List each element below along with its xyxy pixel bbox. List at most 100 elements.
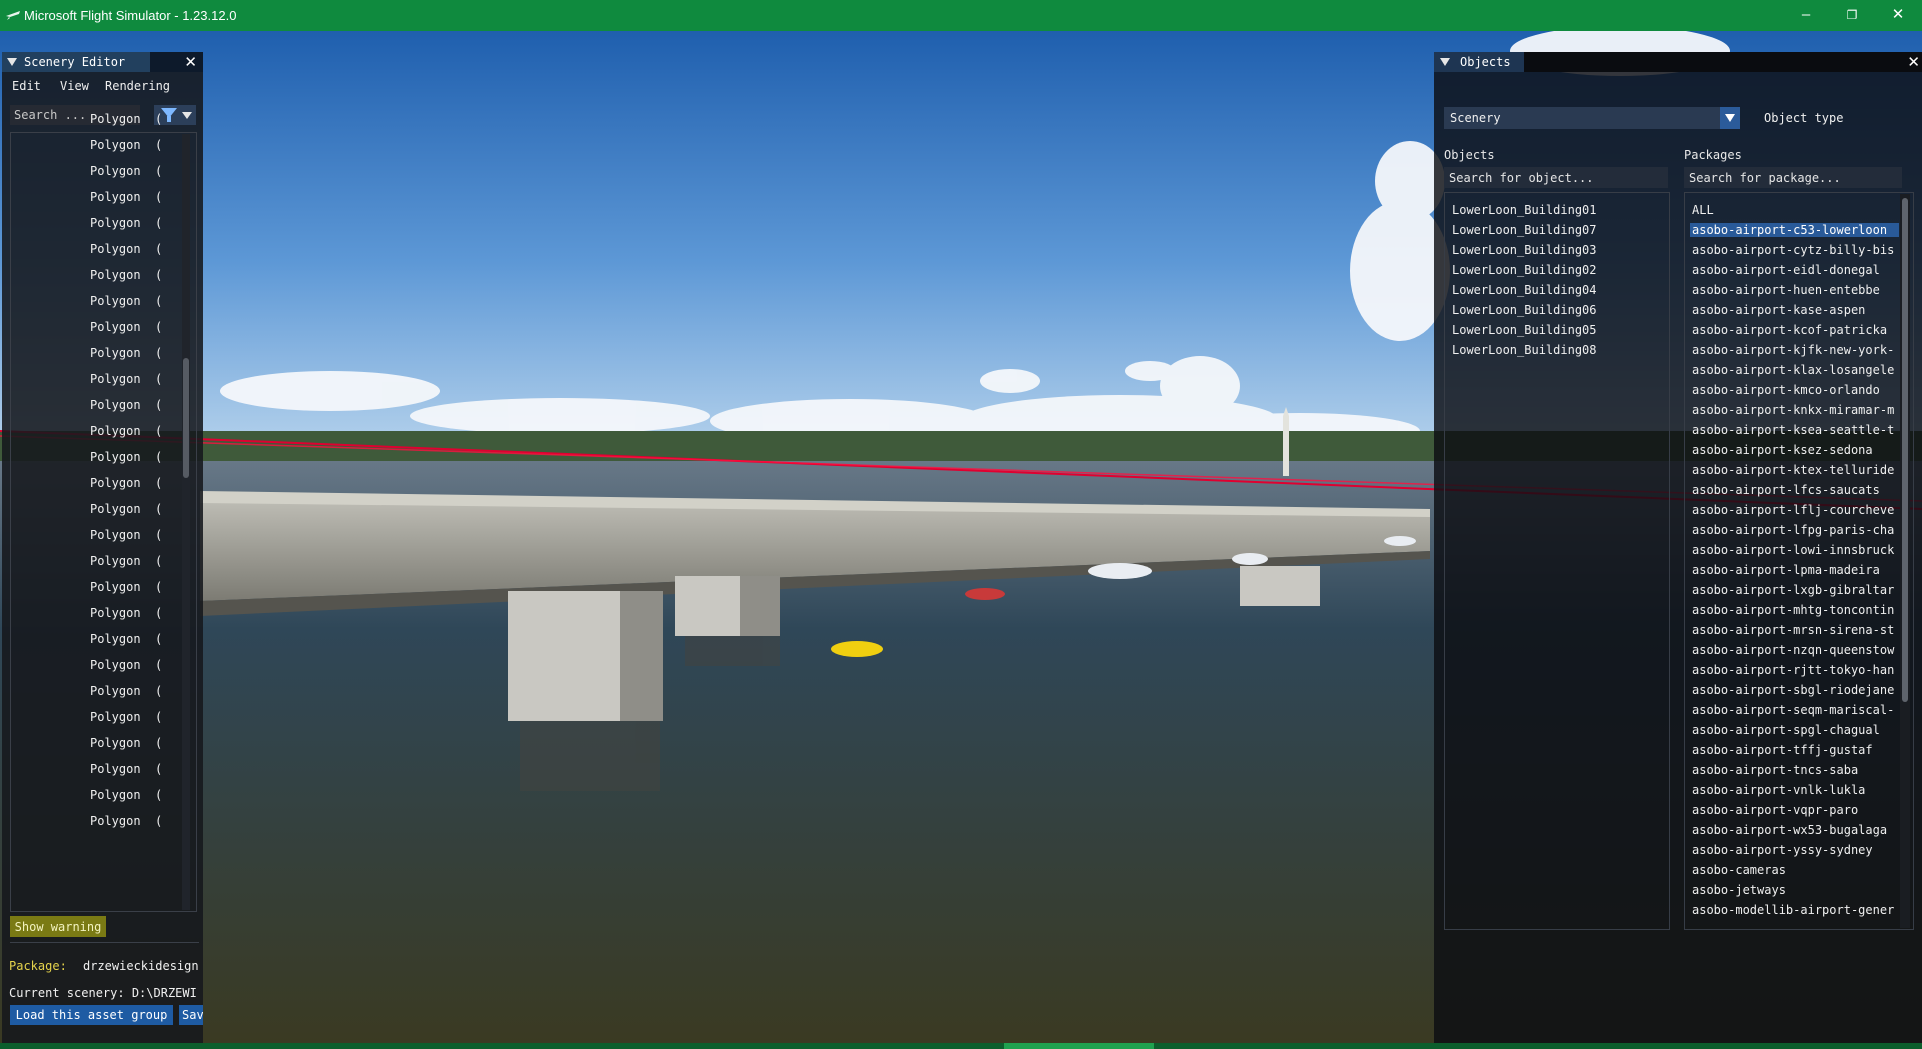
object-list-item[interactable]: LowerLoon_Building01 bbox=[1452, 203, 1597, 217]
package-list-item[interactable]: asobo-airport-cytz-billy-bis bbox=[1692, 243, 1897, 257]
package-list-item[interactable]: asobo-airport-eidl-donegal bbox=[1692, 263, 1897, 277]
scenery-list-item[interactable]: Polygon ( bbox=[90, 658, 162, 676]
package-list-item[interactable]: asobo-airport-kmco-orlando bbox=[1692, 383, 1897, 397]
scenery-list-item[interactable]: Polygon ( bbox=[90, 580, 162, 598]
package-list-item[interactable]: asobo-airport-lfcs-saucats bbox=[1692, 483, 1897, 497]
package-list-item[interactable]: asobo-airport-kcof-patricka bbox=[1692, 323, 1897, 337]
menu-edit[interactable]: Edit bbox=[12, 79, 41, 93]
scenery-list-item[interactable]: Polygon ( bbox=[90, 346, 162, 364]
package-list-item[interactable]: asobo-airport-wx53-bugalaga bbox=[1692, 823, 1897, 837]
chevron-down-icon[interactable] bbox=[1720, 107, 1740, 129]
object-search-input[interactable] bbox=[1444, 167, 1668, 188]
package-list-item[interactable]: asobo-jetways bbox=[1692, 883, 1897, 897]
scrollbar-track[interactable] bbox=[182, 134, 190, 910]
object-list-item[interactable]: LowerLoon_Building05 bbox=[1452, 323, 1597, 337]
restore-button[interactable]: ❐ bbox=[1830, 2, 1874, 28]
package-all-item[interactable]: ALL bbox=[1692, 203, 1897, 217]
scenery-list-item[interactable]: Polygon ( bbox=[90, 632, 162, 650]
scenery-list-item[interactable]: Polygon ( bbox=[90, 164, 162, 182]
scenery-list-item[interactable]: Polygon ( bbox=[90, 320, 162, 338]
minimize-button[interactable]: – bbox=[1784, 2, 1828, 28]
object-list-item[interactable]: LowerLoon_Building06 bbox=[1452, 303, 1597, 317]
object-list-item[interactable]: LowerLoon_Building03 bbox=[1452, 243, 1597, 257]
package-list-item[interactable]: asobo-airport-sbgl-riodejane bbox=[1692, 683, 1897, 697]
close-icon[interactable]: ✕ bbox=[184, 53, 197, 71]
menu-view[interactable]: View bbox=[60, 79, 89, 93]
packages-scrollbar[interactable] bbox=[1900, 194, 1910, 928]
triangle-down-icon[interactable] bbox=[1440, 58, 1450, 66]
scenery-editor-tab[interactable]: Scenery Editor bbox=[2, 52, 150, 72]
package-list-item[interactable]: asobo-airport-nzqn-queenstow bbox=[1692, 643, 1897, 657]
scenery-list-item[interactable]: Polygon ( bbox=[90, 294, 162, 312]
package-list-item[interactable]: asobo-airport-kjfk-new-york- bbox=[1692, 343, 1897, 357]
scenery-list-item[interactable]: Polygon ( bbox=[90, 138, 162, 156]
close-icon[interactable]: ✕ bbox=[1907, 53, 1920, 71]
scenery-list-item[interactable]: Polygon ( bbox=[90, 450, 162, 468]
scrollbar-thumb[interactable] bbox=[183, 358, 189, 478]
scenery-list-item[interactable]: Polygon ( bbox=[90, 788, 162, 806]
object-list-item[interactable]: LowerLoon_Building07 bbox=[1452, 223, 1597, 237]
package-list-item[interactable]: asobo-airport-klax-losangele bbox=[1692, 363, 1897, 377]
package-list-item[interactable]: asobo-modellib-airport-gener bbox=[1692, 903, 1897, 917]
package-list-item[interactable]: asobo-airport-knkx-miramar-m bbox=[1692, 403, 1897, 417]
package-list-item[interactable]: asobo-airport-c53-lowerloon bbox=[1690, 223, 1899, 237]
package-list-item[interactable]: asobo-airport-mhtg-toncontin bbox=[1692, 603, 1897, 617]
package-list-item[interactable]: asobo-airport-lfpg-paris-cha bbox=[1692, 523, 1897, 537]
scenery-list-item[interactable]: Polygon ( bbox=[90, 684, 162, 702]
current-scenery-path: Current scenery: D:\DRZEWI bbox=[9, 986, 197, 1000]
object-type-dropdown[interactable]: Scenery bbox=[1444, 107, 1740, 129]
package-list-item[interactable]: asobo-airport-huen-entebbe bbox=[1692, 283, 1897, 297]
scenery-list-item[interactable]: Polygon ( bbox=[90, 554, 162, 572]
package-list-item[interactable]: asobo-airport-lflj-courcheve bbox=[1692, 503, 1897, 517]
package-list-item[interactable]: asobo-airport-vqpr-paro bbox=[1692, 803, 1897, 817]
package-list-item[interactable]: asobo-airport-ktex-telluride bbox=[1692, 463, 1897, 477]
package-list-item[interactable]: asobo-airport-ksea-seattle-t bbox=[1692, 423, 1897, 437]
objects-tab[interactable]: Objects bbox=[1434, 52, 1524, 72]
package-list-item[interactable]: asobo-airport-vnlk-lukla bbox=[1692, 783, 1897, 797]
scenery-list-item[interactable]: Polygon ( bbox=[90, 710, 162, 728]
package-list-item[interactable]: asobo-airport-seqm-mariscal- bbox=[1692, 703, 1897, 717]
close-window-button[interactable]: ✕ bbox=[1876, 2, 1920, 28]
package-list-item[interactable]: asobo-airport-lpma-madeira bbox=[1692, 563, 1897, 577]
package-list-item[interactable]: asobo-airport-tffj-gustaf bbox=[1692, 743, 1897, 757]
menu-rendering[interactable]: Rendering bbox=[105, 79, 170, 93]
scenery-list-item[interactable]: Polygon ( bbox=[90, 112, 162, 130]
scenery-list-item[interactable]: Polygon ( bbox=[90, 814, 162, 832]
scenery-list-item[interactable]: Polygon ( bbox=[90, 736, 162, 754]
package-list-item[interactable]: asobo-airport-yssy-sydney bbox=[1692, 843, 1897, 857]
show-warning-button[interactable]: Show warning bbox=[10, 916, 106, 937]
taskbar-edge bbox=[0, 1043, 1922, 1049]
window-title: Microsoft Flight Simulator - 1.23.12.0 bbox=[24, 8, 237, 23]
package-list-item[interactable]: asobo-airport-rjtt-tokyo-han bbox=[1692, 663, 1897, 677]
scenery-list-item[interactable]: Polygon ( bbox=[90, 242, 162, 260]
package-list-item[interactable]: asobo-cameras bbox=[1692, 863, 1897, 877]
triangle-down-icon[interactable] bbox=[7, 58, 17, 66]
scenery-list-item[interactable]: Polygon ( bbox=[90, 372, 162, 390]
scenery-list-item[interactable]: Polygon ( bbox=[90, 502, 162, 520]
scenery-list-item[interactable]: Polygon ( bbox=[90, 216, 162, 234]
object-list-item[interactable]: LowerLoon_Building04 bbox=[1452, 283, 1597, 297]
scenery-list-item[interactable]: Polygon ( bbox=[90, 268, 162, 286]
package-list-item[interactable]: asobo-airport-kase-aspen bbox=[1692, 303, 1897, 317]
taskbar-active-segment bbox=[1004, 1043, 1154, 1049]
package-list-item[interactable]: asobo-airport-ksez-sedona bbox=[1692, 443, 1897, 457]
scrollbar-thumb[interactable] bbox=[1902, 198, 1908, 702]
package-value: drzewieckidesign bbox=[83, 959, 199, 973]
package-list-item[interactable]: asobo-airport-spgl-chagual bbox=[1692, 723, 1897, 737]
scenery-list-item[interactable]: Polygon ( bbox=[90, 398, 162, 416]
package-list-item[interactable]: asobo-airport-mrsn-sirena-st bbox=[1692, 623, 1897, 637]
package-list-item[interactable]: asobo-airport-lowi-innsbruck bbox=[1692, 543, 1897, 557]
scenery-list-item[interactable]: Polygon ( bbox=[90, 762, 162, 780]
scenery-list-item[interactable]: Polygon ( bbox=[90, 528, 162, 546]
scenery-list-item[interactable]: Polygon ( bbox=[90, 476, 162, 494]
scenery-list-item[interactable]: Polygon ( bbox=[90, 424, 162, 442]
package-list-item[interactable]: asobo-airport-lxgb-gibraltar bbox=[1692, 583, 1897, 597]
package-list-item[interactable]: asobo-airport-tncs-saba bbox=[1692, 763, 1897, 777]
load-asset-group-button[interactable]: Load this asset group bbox=[10, 1005, 173, 1025]
save-button[interactable]: Sav bbox=[179, 1005, 203, 1025]
object-list-item[interactable]: LowerLoon_Building02 bbox=[1452, 263, 1597, 277]
scenery-list-item[interactable]: Polygon ( bbox=[90, 606, 162, 624]
object-list-item[interactable]: LowerLoon_Building08 bbox=[1452, 343, 1597, 357]
package-search-input[interactable] bbox=[1684, 167, 1902, 188]
scenery-list-item[interactable]: Polygon ( bbox=[90, 190, 162, 208]
